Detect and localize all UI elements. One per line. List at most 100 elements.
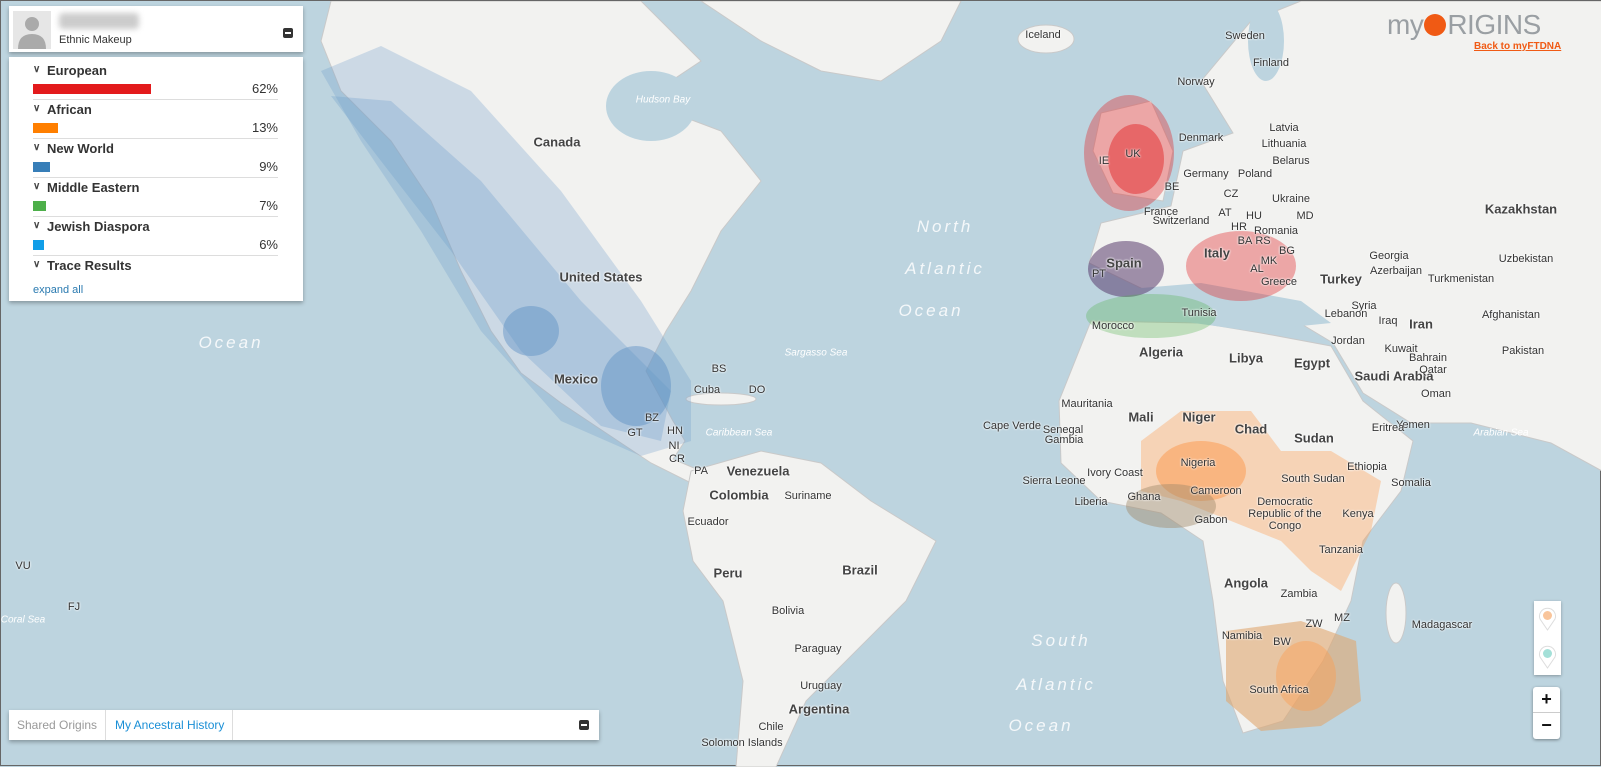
map-label: Angola: [1223, 575, 1269, 591]
map-label: Egypt: [1293, 355, 1331, 371]
map-label: Ivory Coast: [1087, 467, 1143, 479]
map-label: UK: [1125, 148, 1141, 160]
map-label: Sierra Leone: [1022, 475, 1086, 487]
map-label: South Africa: [1249, 684, 1309, 696]
map-label: Madagascar: [1411, 619, 1473, 631]
category-label: New World: [47, 141, 114, 156]
category-african[interactable]: ∨ African 13%: [33, 100, 278, 139]
map-label: PT: [1091, 268, 1107, 280]
map-label: Chad: [1234, 421, 1268, 437]
sea-label: Coral Sea: [0, 614, 46, 626]
map-label: Bahrain: [1409, 352, 1447, 364]
expand-all-link[interactable]: expand all: [33, 284, 83, 296]
category-bar: [33, 162, 51, 172]
map-label: Cameroon: [1190, 485, 1242, 497]
map-label: Poland: [1237, 168, 1273, 180]
map-label: Georgia: [1369, 250, 1409, 262]
category-european[interactable]: ∨ European 62%: [33, 61, 278, 100]
tab-shared-origins[interactable]: Shared Origins: [9, 710, 107, 740]
map-label: Tunisia: [1181, 307, 1217, 319]
map-label: BE: [1164, 181, 1180, 193]
category-label: Trace Results: [47, 258, 132, 273]
map-label: Morocco: [1091, 320, 1135, 332]
map-label: Italy: [1203, 245, 1231, 261]
map-label: Azerbaijan: [1370, 265, 1422, 277]
map-label: HN: [667, 425, 683, 437]
map-label: AL: [1250, 263, 1264, 275]
category-middle-eastern[interactable]: ∨ Middle Eastern 7%: [33, 178, 278, 217]
zoom-in-button[interactable]: +: [1533, 687, 1560, 713]
map-label: Germany: [1183, 168, 1229, 180]
map-label: HR: [1231, 221, 1247, 233]
map-label: Qatar: [1419, 364, 1447, 376]
map-label: BG: [1279, 245, 1295, 257]
map-label: Nigeria: [1180, 457, 1216, 469]
map-label: Gabon: [1194, 514, 1228, 526]
map-label: Mauritania: [1061, 398, 1113, 410]
chevron-down-icon: ∨: [33, 181, 41, 192]
map-label: Uzbekistan: [1498, 253, 1554, 265]
zoom-out-button[interactable]: −: [1533, 713, 1560, 739]
category-label: Middle Eastern: [47, 180, 140, 195]
chevron-down-icon: ∨: [33, 259, 41, 270]
category-new-world[interactable]: ∨ New World 9%: [33, 139, 278, 178]
map-label: Namibia: [1221, 630, 1263, 642]
ethnic-makeup-panel: ∨ European 62% ∨ African 13% ∨ New World 9% ∨ Midd…: [9, 57, 303, 301]
ocean-label: Ocean: [898, 301, 964, 320]
map-label: Bolivia: [771, 605, 805, 617]
map-label: GT: [627, 427, 643, 439]
map-label: BZ: [644, 412, 660, 424]
map-label: MZ: [1334, 612, 1350, 624]
map-marker-toggle[interactable]: [1538, 607, 1557, 631]
map-label: Solomon Islands: [701, 737, 783, 749]
map-label: Brazil: [842, 562, 878, 578]
map-label: Chile: [758, 721, 784, 733]
ocean-label: South: [1031, 631, 1091, 650]
map-label: Liberia: [1074, 496, 1108, 508]
map-label: Peru: [713, 565, 743, 581]
map-label: Zambia: [1280, 588, 1318, 600]
map-label: Iran: [1409, 316, 1433, 332]
map-label: Norway: [1177, 76, 1215, 88]
collapse-tabs-button[interactable]: [579, 720, 589, 730]
map-label: Mali: [1128, 409, 1154, 425]
map-label: Kenya: [1342, 508, 1374, 520]
category-percent: 7%: [259, 198, 278, 213]
category-percent: 62%: [251, 81, 278, 96]
map-label: Ecuador: [687, 516, 729, 528]
map-label: NI: [668, 440, 680, 452]
map-label: Venezuela: [726, 463, 790, 479]
map-label: Sweden: [1225, 30, 1265, 42]
category-percent: 13%: [251, 120, 278, 135]
map-marker-toggle[interactable]: [1538, 645, 1557, 669]
map-label: Iraq: [1378, 315, 1398, 327]
category-bar: [33, 201, 47, 211]
map-label: ZW: [1305, 618, 1323, 630]
map-label: Sudan: [1294, 430, 1334, 446]
tab-my-ancestral-history[interactable]: My Ancestral History: [107, 710, 234, 740]
map-label: Algeria: [1138, 344, 1184, 360]
category-jewish-diaspora[interactable]: ∨ Jewish Diaspora 6%: [33, 217, 278, 256]
back-to-myftdna-link[interactable]: Back to myFTDNA: [1474, 41, 1561, 52]
map-label: HU: [1246, 210, 1262, 222]
map-label: Libya: [1229, 350, 1263, 366]
chevron-down-icon: ∨: [33, 142, 41, 153]
map-label: MD: [1296, 210, 1314, 222]
map-label: Paraguay: [794, 643, 842, 655]
map-label: Gambia: [1044, 434, 1084, 446]
ocean-label: Ocean: [198, 333, 264, 352]
map-label: IE: [1098, 155, 1110, 167]
map-label: Spain: [1106, 255, 1142, 271]
user-name-blurred: [59, 13, 139, 29]
collapse-panel-button[interactable]: [283, 28, 293, 38]
map-label: Finland: [1252, 57, 1290, 69]
map-label: South Sudan: [1281, 473, 1345, 485]
map-label: Democratic Republic of the Congo: [1248, 496, 1322, 532]
map-label: United States: [559, 269, 643, 285]
profile-header: Ethnic Makeup: [9, 6, 303, 52]
map-label: Latvia: [1269, 122, 1299, 134]
map-label: Uruguay: [800, 680, 842, 692]
chevron-down-icon: ∨: [33, 64, 41, 75]
map-label: Pakistan: [1501, 345, 1545, 357]
ocean-label: Atlantic: [905, 259, 985, 278]
